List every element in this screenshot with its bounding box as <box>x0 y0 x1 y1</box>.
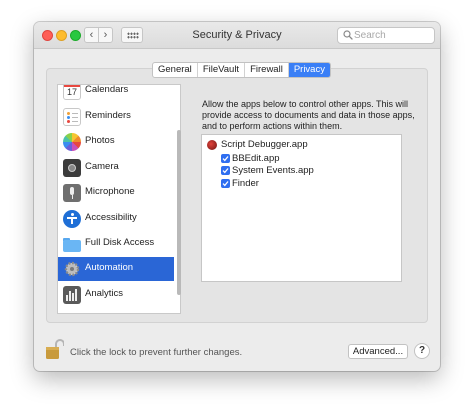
sidebar-item-analytics[interactable]: Analytics <box>58 283 174 307</box>
sidebar-item-label: Accessibility <box>85 212 137 223</box>
checkmark-icon <box>222 181 229 187</box>
sidebar-item-label: Reminders <box>85 110 131 121</box>
app-label: System Events.app <box>232 165 314 176</box>
sidebar-item-automation[interactable]: Automation <box>58 257 174 281</box>
app-label: Script Debugger.app <box>221 139 308 150</box>
sidebar-scrollbar[interactable] <box>177 130 181 295</box>
photos-icon <box>63 133 81 151</box>
sidebar-item-label: Analytics <box>85 288 124 299</box>
advanced-button[interactable]: Advanced... <box>348 344 408 359</box>
sidebar-item-label: Full Disk Access <box>85 237 155 248</box>
automation-app-list[interactable]: Script Debugger.app BBEdit.app System Ev… <box>201 134 402 282</box>
checkmark-icon <box>222 156 229 162</box>
analytics-icon <box>63 286 81 304</box>
script-debugger-icon <box>207 140 217 150</box>
tab-bar: General FileVault Firewall Privacy <box>152 62 331 78</box>
title-bar: ‹ › Security & Privacy <box>34 22 440 49</box>
sidebar-item-photos[interactable]: Photos <box>58 130 174 154</box>
search-icon <box>343 30 353 40</box>
tab-privacy[interactable]: Privacy <box>288 63 330 77</box>
sidebar-item-label: Microphone <box>85 186 135 197</box>
tab-firewall[interactable]: Firewall <box>245 63 289 77</box>
folder-icon <box>63 235 81 253</box>
search-input[interactable] <box>354 29 432 42</box>
app-label: Finder <box>232 178 259 189</box>
bbedit-checkbox[interactable] <box>221 154 230 163</box>
tab-filevault[interactable]: FileVault <box>198 63 246 77</box>
sidebar-item-label: Calendars <box>85 84 129 95</box>
sidebar-item-accessibility[interactable]: Accessibility <box>58 207 174 231</box>
help-button[interactable]: ? <box>414 343 430 359</box>
sidebar-item-camera[interactable]: Camera <box>58 156 174 180</box>
app-label: BBEdit.app <box>232 153 280 164</box>
gear-icon <box>63 260 81 278</box>
reminders-icon <box>63 108 81 126</box>
sidebar-item-microphone[interactable]: Microphone <box>58 181 174 205</box>
system-events-checkbox[interactable] <box>221 166 230 175</box>
lock-icon[interactable] <box>46 338 64 360</box>
checkmark-icon <box>222 168 229 174</box>
calendar-icon: 17 <box>63 85 81 100</box>
privacy-category-list[interactable]: 17 Calendars Reminders Photos Camera Mic… <box>57 84 181 314</box>
sidebar-item-calendars[interactable]: 17 Calendars <box>58 84 174 103</box>
sidebar-item-label: Automation <box>85 262 134 273</box>
sidebar-item-reminders[interactable]: Reminders <box>58 105 174 129</box>
automation-description: Allow the apps below to control other ap… <box>202 99 415 131</box>
tab-general[interactable]: General <box>153 63 198 77</box>
calendar-day: 17 <box>66 87 77 97</box>
finder-checkbox[interactable] <box>221 179 230 188</box>
sidebar-item-full-disk-access[interactable]: Full Disk Access <box>58 232 174 256</box>
sidebar-item-label: Photos <box>85 135 115 146</box>
accessibility-icon <box>63 210 81 228</box>
microphone-icon <box>63 184 81 202</box>
sidebar-item-label: Camera <box>85 161 119 172</box>
preferences-window: ‹ › Security & Privacy General FileVault… <box>34 22 440 371</box>
search-field[interactable] <box>337 27 435 44</box>
camera-icon <box>63 159 81 177</box>
lock-message: Click the lock to prevent further change… <box>70 347 243 358</box>
